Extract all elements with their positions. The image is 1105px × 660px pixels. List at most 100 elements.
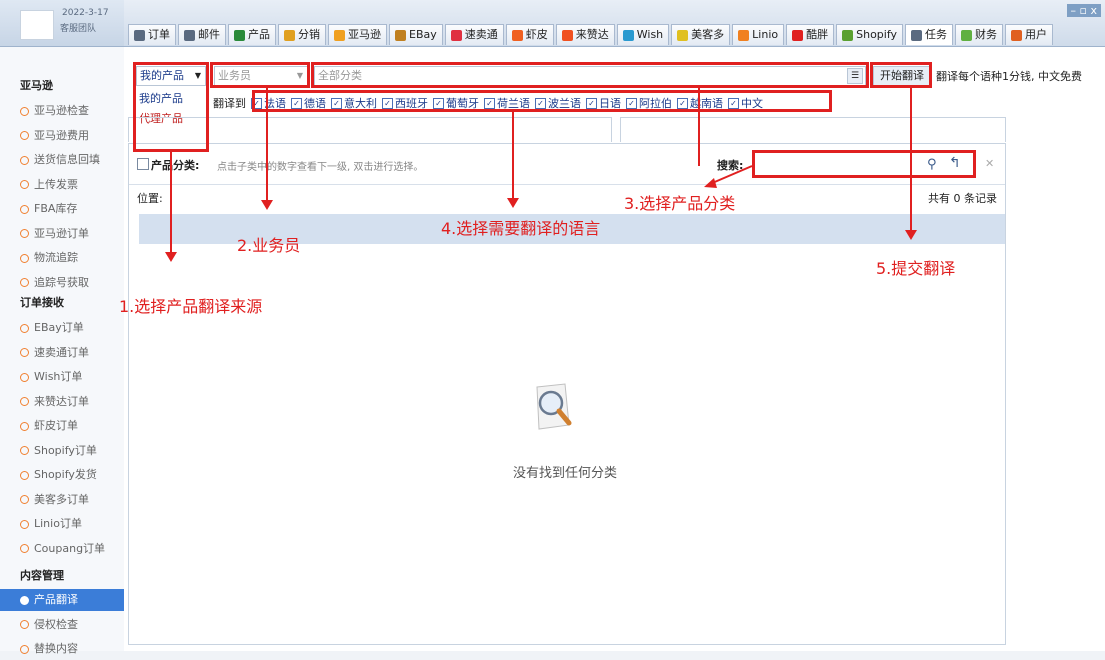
tab-icon [334, 29, 345, 41]
tab-1[interactable]: 邮件 [178, 24, 226, 45]
sidebar-item-label: 亚马逊检查 [34, 104, 89, 117]
tab-label: 来赞达 [575, 28, 609, 41]
tab-label: Shopify [856, 28, 898, 41]
bullet-icon [20, 180, 29, 189]
bullet-icon [20, 495, 29, 504]
tab-12[interactable]: 酷胖 [786, 24, 835, 45]
sidebar-item[interactable]: 产品翻译 [0, 589, 124, 611]
tab-label: 分销 [298, 28, 320, 41]
bullet-icon [20, 278, 29, 287]
tab-7[interactable]: 虾皮 [505, 24, 554, 45]
tab-label: 速卖通 [464, 28, 498, 41]
team-name: 客服团队 [60, 24, 97, 34]
bullet-icon [20, 446, 29, 455]
sidebar-item-label: 来赞达订单 [34, 394, 89, 408]
tab-16[interactable]: 用户 [1005, 24, 1054, 45]
arrow-5-line [910, 88, 912, 230]
sidebar-item[interactable]: 追踪号获取 [0, 272, 124, 294]
sidebar-item-label: 亚马逊订单 [34, 226, 89, 240]
sidebar-item[interactable]: 速卖通订单 [0, 342, 124, 364]
bullet-icon [20, 421, 29, 431]
tab-label: EBay [409, 28, 437, 41]
tab-icon [395, 29, 406, 41]
annotation-box-source [133, 62, 209, 152]
tab-15[interactable]: 财务 [955, 24, 1004, 45]
sidebar-item[interactable]: 物流追踪 [0, 247, 124, 269]
tab-icon [511, 29, 523, 41]
arrow-4-head [507, 198, 519, 208]
bullet-icon [20, 155, 29, 165]
sidebar-item[interactable]: 亚马逊订单 [0, 223, 124, 245]
sidebar-item[interactable]: Wish订单 [0, 366, 124, 388]
tab-10[interactable]: 美客多 [671, 24, 731, 45]
sidebar-item[interactable]: Shopify订单 [0, 440, 124, 462]
annotation-4: 4.选择需要翻译的语言 [441, 219, 601, 238]
tab-14[interactable]: 任务 [905, 24, 954, 45]
bullet-icon [20, 348, 29, 357]
category-hint: 点击子类中的数字查看下一级, 双击进行选择。 [217, 162, 424, 173]
sidebar-item[interactable]: 侵权检查 [0, 614, 124, 636]
empty-message: 没有找到任何分类 [513, 466, 618, 481]
tab-label: Linio [752, 28, 779, 41]
tab-label: 任务 [925, 28, 948, 41]
bullet-icon [20, 519, 29, 529]
tab-icon [911, 29, 923, 41]
tab-icon [1011, 29, 1023, 41]
sidebar-item[interactable]: Coupang订单 [0, 538, 124, 560]
tab-label: 亚马逊 [348, 28, 381, 41]
window-controls[interactable]: – ▫ x [1066, 4, 1101, 17]
translate-to-label: 翻译到 [213, 97, 246, 110]
tab-icon [961, 29, 973, 41]
sidebar-item[interactable]: FBA库存 [0, 198, 124, 220]
tab-icon [622, 29, 634, 41]
close-icon[interactable]: ✕ [985, 157, 994, 170]
bullet-icon [20, 229, 29, 238]
tab-icon [561, 29, 573, 41]
tab-6[interactable]: 速卖通 [444, 24, 504, 45]
tab-8[interactable]: 来赞达 [555, 24, 615, 45]
sidebar-item[interactable]: 亚马逊检查 [0, 100, 124, 122]
sidebar-item[interactable]: 上传发票 [0, 174, 124, 196]
annotation-box-submit [870, 62, 932, 88]
tab-13[interactable]: Shopify [836, 24, 904, 45]
sidebar-item[interactable]: 虾皮订单 [0, 415, 124, 437]
arrow-3-line [698, 88, 700, 166]
sidebar-item[interactable]: EBay订单 [0, 317, 124, 339]
sidebar-item-label: Wish订单 [34, 370, 83, 383]
sidebar-item[interactable]: Shopify发货 [0, 464, 124, 486]
position-label: 位置: [137, 192, 163, 205]
avatar[interactable] [20, 10, 54, 40]
sidebar-item[interactable]: 来赞达订单 [0, 391, 124, 413]
arrow-5-head [905, 230, 917, 240]
sidebar-item[interactable]: 美客多订单 [0, 489, 124, 511]
sidebar-item-label: 送货信息回填 [34, 153, 100, 166]
sidebar-item[interactable]: 送货信息回填 [0, 149, 124, 171]
sidebar-item[interactable]: Linio订单 [0, 513, 124, 535]
tab-9[interactable]: Wish [616, 24, 670, 45]
annotation-box-salesman [210, 62, 310, 88]
tab-label: 虾皮 [525, 28, 548, 41]
sidebar-item-label: 物流追踪 [34, 251, 78, 264]
tab-3[interactable]: 分销 [278, 24, 326, 45]
annotation-2: 2.业务员 [237, 236, 301, 255]
tab-11[interactable]: Linio [732, 24, 785, 45]
bullet-icon [20, 470, 29, 480]
sidebar-item-label: Coupang订单 [34, 541, 106, 555]
sidebar-item[interactable]: 替换内容 [0, 638, 124, 660]
sidebar-item-label: 速卖通订单 [34, 345, 89, 359]
tab-icon [842, 29, 854, 41]
tab-5[interactable]: EBay [389, 24, 443, 45]
tab-label: Wish [636, 28, 664, 41]
right-pane [620, 117, 1006, 142]
category-icon [137, 158, 149, 170]
annotation-box-languages [252, 90, 832, 112]
tab-4[interactable]: 亚马逊 [328, 24, 387, 45]
tab-icon [792, 29, 804, 41]
tab-2[interactable]: 产品 [228, 24, 276, 45]
tab-icon [450, 29, 462, 41]
sidebar-item-label: Shopify订单 [34, 443, 97, 457]
tab-label: 邮件 [198, 28, 220, 41]
arrow-1-head [165, 252, 177, 262]
tab-0[interactable]: 订单 [128, 24, 176, 45]
sidebar-item[interactable]: 亚马逊费用 [0, 125, 124, 147]
